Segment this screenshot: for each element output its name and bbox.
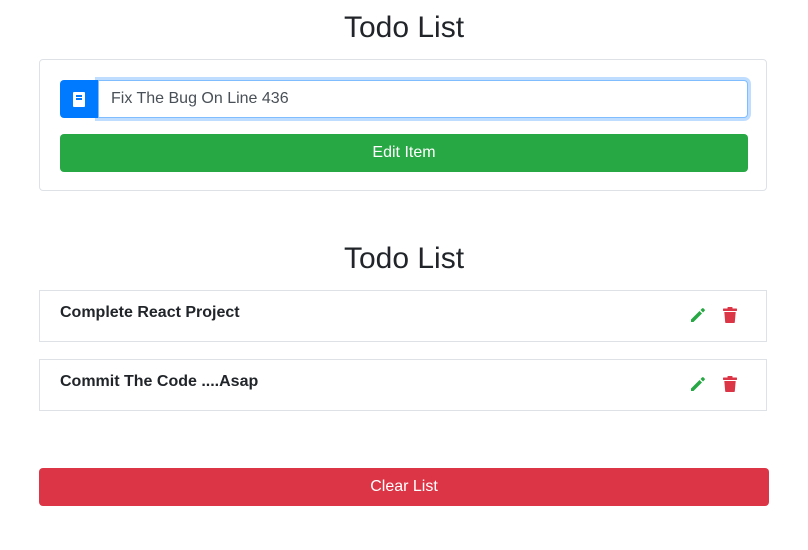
pencil-icon[interactable] [688,305,708,325]
todo-app: Todo List Edit Item Todo List Complete R… [0,0,808,550]
todo-input[interactable] [98,80,748,118]
book-icon [73,92,85,107]
edit-item-button[interactable]: Edit Item [60,134,748,172]
page-title: Todo List [343,11,465,44]
input-addon [60,80,98,118]
todo-form-card: Edit Item [39,59,767,191]
todo-item-actions [680,374,740,394]
todo-item-label: Commit The Code ....Asap [60,373,259,390]
todo-input-group [60,80,748,118]
todo-item-actions [680,305,740,325]
trash-icon[interactable] [720,374,740,394]
list-title: Todo List [343,242,465,275]
list-item: Commit The Code ....Asap [39,359,767,411]
todo-item-label: Complete React Project [60,304,240,321]
list-item: Complete React Project [39,290,767,342]
trash-icon[interactable] [720,305,740,325]
pencil-icon[interactable] [688,374,708,394]
clear-list-button[interactable]: Clear List [39,468,769,506]
